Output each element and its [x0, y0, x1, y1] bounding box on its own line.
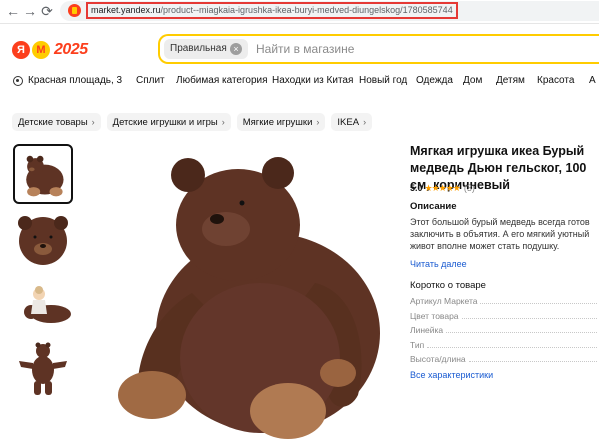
chevron-right-icon: › [316, 117, 320, 127]
location-pin-icon [13, 76, 23, 86]
bear-standing-thumb-image [19, 342, 67, 395]
yandex-market-logo[interactable]: Я М 2025 [12, 39, 88, 61]
thumbnail-bear-face[interactable] [13, 209, 73, 269]
spec-leader-dots [446, 324, 597, 333]
back-arrow-icon[interactable]: ← [4, 2, 22, 20]
all-specs-link[interactable]: Все характеристики [410, 370, 493, 380]
address-bar[interactable]: market.yandex.ru/product--miagkaia-igrus… [60, 1, 599, 21]
thumbnail-bear-child[interactable] [13, 274, 73, 334]
search-bar[interactable]: Правильная ... × [158, 34, 599, 64]
breadcrumb-item-ikea[interactable]: IKEA › [331, 113, 373, 131]
chevron-right-icon: › [91, 117, 95, 127]
url-text[interactable]: market.yandex.ru/product--miagkaia-igrus… [86, 2, 458, 19]
spec-leader-dots [427, 339, 597, 348]
site-favicon-icon [68, 4, 81, 17]
spec-label-type: Тип [410, 340, 425, 350]
breadcrumb-item-kids-goods[interactable]: Детские товары › [12, 113, 101, 131]
chevron-right-icon: › [221, 117, 225, 127]
description-text: Этот большой бурый медведь всегда готов … [410, 217, 590, 251]
nav-link-split[interactable]: Сплит [136, 74, 165, 88]
browser-toolbar: ← → ⟳ market.yandex.ru/product--miagkaia… [0, 0, 599, 24]
thumbnail-bear-front[interactable] [13, 144, 73, 204]
spec-row: Высота/длина [410, 353, 599, 365]
logo-m-icon: М [32, 41, 50, 59]
spec-row: Линейка [410, 324, 599, 336]
search-input[interactable] [256, 38, 556, 60]
delivery-location[interactable]: Красная площадь, 3 [13, 74, 122, 88]
spec-leader-dots [480, 295, 597, 304]
thumbnail-bear-standing[interactable] [13, 339, 73, 399]
spec-row: Цвет товара [410, 310, 599, 322]
nav-link-favorite-category[interactable]: Любимая категория [176, 74, 268, 88]
rating-count: (3) [463, 183, 475, 193]
specs-heading: Коротко о товаре [410, 280, 486, 291]
breadcrumb-label: Мягкие игрушки [242, 117, 313, 128]
spec-label-line: Линейка [410, 325, 444, 335]
category-nav: Красная площадь, 3 Сплит Любимая категор… [0, 74, 599, 96]
location-text: Красная площадь, 3 [28, 75, 123, 86]
nav-link-kids[interactable]: Детям [496, 74, 525, 88]
site-header: Я М 2025 Правильная ... × [0, 24, 599, 74]
search-chip-label: Правильная ... [170, 43, 238, 54]
star-rating-icon: ★★★★★ [424, 183, 461, 193]
forward-arrow-icon[interactable]: → [21, 2, 39, 20]
spec-label-article: Артикул Маркета [410, 296, 478, 306]
breadcrumb-label: Детские товары [18, 117, 88, 128]
spec-row: Артикул Маркета [410, 295, 599, 307]
spec-row: Тип [410, 339, 599, 351]
logo-ya-icon: Я [12, 41, 30, 59]
breadcrumb-label: IKEA [337, 117, 360, 128]
rating-value: 5.0 [410, 183, 423, 193]
breadcrumb-item-soft-toys[interactable]: Мягкие игрушки › [236, 113, 326, 131]
breadcrumb: Детские товары › Детские игрушки и игры › … [12, 113, 373, 131]
read-more-link[interactable]: Читать далее [410, 259, 467, 269]
logo-year: 2025 [54, 41, 88, 58]
bear-child-thumb-image [24, 286, 71, 323]
nav-link-beauty[interactable]: Красота [537, 74, 574, 88]
chevron-right-icon: › [363, 117, 367, 127]
search-store-chip[interactable]: Правильная ... × [164, 39, 248, 59]
nav-link-china-finds[interactable]: Находки из Китая [272, 74, 353, 88]
nav-link-new-year[interactable]: Новый год [359, 74, 407, 88]
breadcrumb-item-toys-games[interactable]: Детские игрушки и игры › [106, 113, 231, 131]
description-heading: Описание [410, 201, 457, 212]
breadcrumb-label: Детские игрушки и игры [112, 117, 218, 128]
chip-close-icon[interactable]: × [230, 43, 242, 55]
bear-face-thumb-image [18, 216, 68, 265]
nav-link-clothing[interactable]: Одежда [416, 74, 453, 88]
url-path: /product--miagkaia-igrushka-ikea-buryi-m… [160, 5, 453, 15]
url-host: market.yandex.ru [91, 5, 161, 15]
main-product-image[interactable] [100, 143, 390, 446]
nav-link-home[interactable]: Дом [463, 74, 482, 88]
bear-front-thumb-image [26, 155, 64, 197]
spec-leader-dots [461, 310, 597, 319]
spec-label-color: Цвет товара [410, 311, 459, 321]
spec-label-height: Высота/длина [410, 354, 466, 364]
reload-icon[interactable]: ⟳ [38, 2, 56, 20]
spec-leader-dots [468, 353, 597, 362]
product-rating[interactable]: 5.0 ★★★★★ (3) [410, 182, 475, 194]
nav-link-more[interactable]: А [589, 74, 596, 88]
